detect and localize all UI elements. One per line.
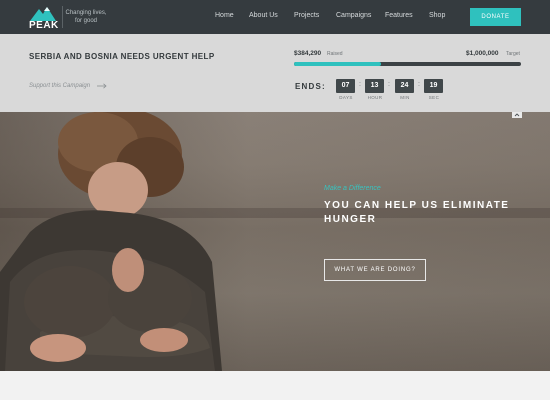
what-we-are-doing-button[interactable]: WHAT WE ARE DOING? bbox=[324, 259, 426, 281]
nav-about-us[interactable]: About Us bbox=[249, 12, 278, 19]
countdown-hours: 13 bbox=[365, 79, 384, 93]
countdown-minutes-label: MIN bbox=[400, 95, 410, 100]
countdown-separator: : bbox=[388, 81, 390, 88]
hero-kicker: Make a Difference bbox=[324, 185, 381, 192]
countdown-separator: : bbox=[359, 81, 361, 88]
countdown-seconds-label: SEC bbox=[428, 95, 440, 100]
nav-shop[interactable]: Shop bbox=[429, 12, 445, 19]
page-section-bottom bbox=[0, 371, 550, 400]
ends-label: ENDS: bbox=[295, 82, 326, 91]
nav-campaigns[interactable]: Campaigns bbox=[336, 12, 371, 19]
countdown-days: 07 bbox=[336, 79, 355, 93]
countdown-hours-label: HOUR bbox=[367, 95, 383, 100]
funding-progress-bar bbox=[294, 62, 521, 66]
divider bbox=[62, 6, 63, 28]
donate-button[interactable]: DONATE bbox=[470, 8, 521, 26]
countdown-seconds: 19 bbox=[424, 79, 443, 93]
raised-amount: $384,290 bbox=[294, 50, 322, 57]
child-photo bbox=[0, 112, 222, 371]
target-amount: $1,000,000 bbox=[466, 50, 499, 57]
top-navigation-bar: PEAK Changing lives, for good Home About… bbox=[0, 0, 550, 34]
nav-features[interactable]: Features bbox=[385, 12, 413, 19]
hero-banner: Make a Difference YOU CAN HELP US ELIMIN… bbox=[0, 112, 550, 371]
campaign-bar: SERBIA AND BOSNIA NEEDS URGENT HELP Supp… bbox=[0, 34, 550, 112]
logo-text[interactable]: PEAK bbox=[29, 20, 59, 31]
countdown-minutes: 24 bbox=[395, 79, 414, 93]
support-campaign-link[interactable]: Support this Campaign bbox=[29, 83, 90, 89]
tagline: Changing lives, for good bbox=[65, 10, 107, 24]
arrow-right-icon[interactable] bbox=[96, 82, 108, 90]
nav-home[interactable]: Home bbox=[215, 12, 234, 19]
campaign-title: SERBIA AND BOSNIA NEEDS URGENT HELP bbox=[29, 52, 215, 61]
nav-projects[interactable]: Projects bbox=[294, 12, 319, 19]
target-label: Target bbox=[506, 51, 520, 57]
countdown-days-label: DAYS bbox=[339, 95, 353, 100]
countdown-separator: : bbox=[418, 81, 420, 88]
chevron-up-icon[interactable] bbox=[512, 112, 522, 118]
hero-title: YOU CAN HELP US ELIMINATE HUNGER bbox=[324, 200, 510, 225]
funding-progress-fill bbox=[294, 62, 382, 66]
raised-label: Raised bbox=[327, 51, 343, 57]
